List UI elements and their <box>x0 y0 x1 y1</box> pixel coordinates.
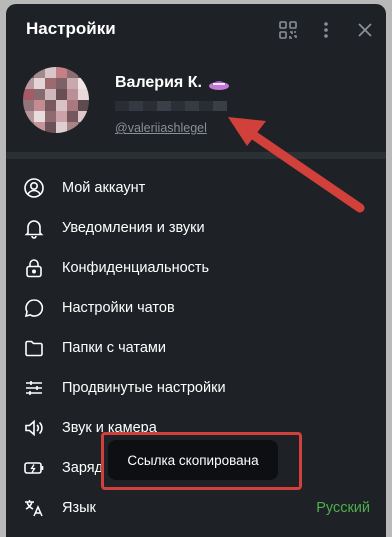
menu-item-label: Уведомления и звуки <box>62 220 205 236</box>
page-title: Настройки <box>26 19 116 38</box>
menu-item-label: Мой аккаунт <box>62 180 146 196</box>
folder-icon <box>25 340 43 357</box>
user-circle-icon <box>24 178 44 198</box>
bell-icon <box>24 220 44 239</box>
avatar[interactable] <box>23 67 89 133</box>
menu-item-label: Язык <box>62 500 96 516</box>
profile-phone-hidden <box>115 101 227 111</box>
premium-emoji-icon <box>207 77 231 96</box>
menu-item-label: Папки с чатами <box>62 340 166 356</box>
menu-item-privacy[interactable]: Конфиденциальность <box>6 248 386 288</box>
menu-item-my-account[interactable]: Мой аккаунт <box>6 168 386 208</box>
more-vert-icon[interactable] <box>314 18 338 42</box>
menu-item-label: Конфиденциальность <box>62 260 210 276</box>
menu-item-label: Продвинутые настройки <box>62 380 226 396</box>
menu-item-label: Настройки чатов <box>62 300 175 316</box>
menu-item-language[interactable]: Язык Русский <box>6 488 386 528</box>
annotation-highlight-box <box>101 432 302 490</box>
battery-icon <box>24 462 44 474</box>
sliders-icon <box>26 381 42 395</box>
profile-username[interactable]: @valeriiashlegel <box>115 121 207 135</box>
menu-item-chat-settings[interactable]: Настройки чатов <box>6 288 386 328</box>
language-value: Русский <box>316 500 370 516</box>
qr-code-icon[interactable] <box>276 18 300 42</box>
profile-name: Валерия К. <box>115 74 202 91</box>
translate-icon <box>25 500 43 517</box>
menu-item-notifications[interactable]: Уведомления и звуки <box>6 208 386 248</box>
settings-header: Настройки <box>6 4 386 56</box>
chat-bubble-icon <box>24 299 44 318</box>
lock-icon <box>26 259 42 278</box>
menu-item-advanced[interactable]: Продвинутые настройки <box>6 368 386 408</box>
menu-item-chat-folders[interactable]: Папки с чатами <box>6 328 386 368</box>
speaker-icon <box>25 419 43 437</box>
profile-section[interactable]: Валерия К. @valeriiashlegel <box>6 56 386 152</box>
section-divider <box>6 152 386 159</box>
close-icon[interactable] <box>353 18 377 42</box>
